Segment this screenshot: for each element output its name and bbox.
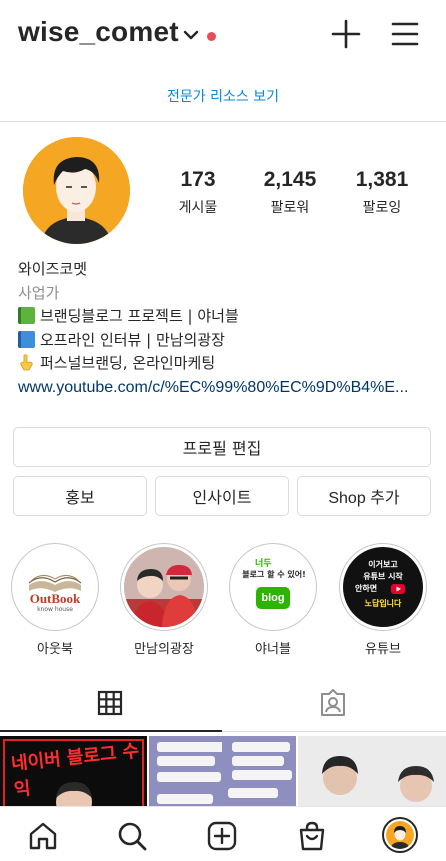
cover-text: 노답입니다	[364, 599, 402, 608]
search-icon[interactable]	[116, 820, 148, 852]
outbook-logo-text: OutBook	[29, 591, 81, 606]
profile-name: 와이즈코멧	[18, 260, 88, 278]
story-highlight[interactable]: OutBook know house 아웃북	[11, 543, 99, 657]
youtube-cover: 이거보고 유튜브 시작 안하면 노답입니다	[343, 547, 423, 627]
profile-page: wise_comet 전문가 리소스 보기 173 게시물 2,145 팔로워 …	[0, 0, 446, 861]
highlight-ring	[120, 543, 208, 631]
cover-text: 유튜브 시작	[363, 572, 403, 581]
top-bar: wise_comet	[0, 0, 446, 70]
active-tab-indicator	[0, 730, 222, 732]
outbook-logo-sub: know house	[37, 606, 73, 613]
new-post-icon[interactable]	[206, 820, 238, 852]
highlight-ring: OutBook know house	[11, 543, 99, 631]
notification-dot	[207, 32, 216, 41]
add-shop-button[interactable]: Shop 추가	[297, 476, 431, 516]
yaneobeul-cover: 너두 블로그 할 수 있어! blog	[233, 547, 313, 627]
story-highlight[interactable]: 이거보고 유튜브 시작 안하면 노답입니다 유튜브	[339, 543, 427, 657]
bio-line: 브랜딩블로그 프로젝트 | 야너블	[18, 305, 438, 329]
story-highlight[interactable]: 만남의광장	[120, 543, 208, 657]
highlight-label: 유튜브	[365, 642, 401, 657]
plus-icon[interactable]	[330, 18, 362, 50]
bio-line: 오프라인 인터뷰 | 만남의광장	[18, 329, 438, 353]
divider	[0, 121, 446, 122]
pro-resources-link[interactable]: 전문가 리소스 보기	[0, 86, 446, 106]
tagged-icon[interactable]	[319, 689, 347, 717]
edit-profile-button[interactable]: 프로필 편집	[13, 427, 431, 467]
posts-stat[interactable]: 173 게시물	[148, 168, 248, 217]
bio-website-link[interactable]: www.youtube.com/c/%EC%99%80%EC%9D%B4%E..…	[18, 376, 438, 400]
chevron-down-icon[interactable]	[182, 28, 200, 42]
followers-stat[interactable]: 2,145 팔로워	[240, 168, 340, 217]
bio-line: 퍼스널브랜딩, 온라인마케팅	[18, 352, 438, 376]
following-count: 1,381	[355, 168, 409, 191]
two-people-photo	[124, 547, 204, 627]
cover-text: 이거보고	[368, 560, 398, 569]
profile-avatar[interactable]	[23, 137, 130, 244]
pointing-down-hand-icon	[20, 354, 33, 371]
person-photo	[56, 782, 92, 806]
highlight-label: 아웃북	[37, 642, 73, 657]
posts-label: 게시물	[178, 200, 218, 216]
outbook-cover: OutBook know house	[15, 547, 95, 627]
post-thumbnail[interactable]	[222, 736, 296, 806]
highlight-ring: 이거보고 유튜브 시작 안하면 노답입니다	[339, 543, 427, 631]
blue-book-icon	[18, 330, 35, 348]
home-icon[interactable]	[27, 820, 59, 852]
highlight-label: 야너블	[255, 642, 291, 657]
green-book-icon	[18, 307, 35, 324]
cover-text: 안하면	[355, 584, 378, 593]
following-stat[interactable]: 1,381 팔로잉	[332, 168, 432, 217]
posts-count: 173	[180, 168, 216, 191]
promotions-button[interactable]: 홍보	[13, 476, 147, 516]
following-label: 팔로잉	[362, 200, 402, 216]
shop-icon[interactable]	[296, 820, 328, 852]
open-book-icon	[28, 575, 82, 592]
avatar-illustration	[386, 821, 414, 849]
meeting-square-cover	[124, 547, 204, 627]
avatar-illustration	[23, 137, 130, 244]
blog-badge: blog	[256, 587, 290, 609]
highlight-label: 만남의광장	[134, 642, 194, 657]
grid-icon[interactable]	[97, 690, 123, 716]
hamburger-menu-icon[interactable]	[390, 20, 420, 48]
bio-text: 오프라인 인터뷰 | 만남의광장	[40, 330, 225, 349]
youtube-play-icon	[391, 584, 405, 594]
post-thumbnail[interactable]: 네이버 블로그 수익	[0, 736, 147, 806]
username-switcher[interactable]: wise_comet	[18, 16, 179, 48]
highlight-ring: 너두 블로그 할 수 있어! blog	[229, 543, 317, 631]
followers-count: 2,145	[263, 168, 317, 191]
cover-text: 너두	[255, 559, 272, 569]
insights-button[interactable]: 인사이트	[155, 476, 289, 516]
bio-text: 브랜딩블로그 프로젝트 | 야너블	[40, 307, 239, 325]
profile-bio: 와이즈코멧 사업가 브랜딩블로그 프로젝트 | 야너블 오프라인 인터뷰 | 만…	[18, 258, 438, 399]
cover-text: 블로그 할 수 있어!	[242, 570, 306, 579]
story-highlight[interactable]: 너두 블로그 할 수 있어! blog 야너블	[229, 543, 317, 657]
bottom-navigation	[0, 806, 446, 861]
profile-avatar[interactable]	[382, 817, 418, 853]
post-thumbnail[interactable]	[298, 736, 446, 806]
bio-text: 퍼스널브랜딩, 온라인마케팅	[40, 354, 216, 372]
posts-grid: 네이버 블로그 수익	[0, 736, 446, 806]
profile-category: 사업가	[18, 283, 60, 302]
followers-label: 팔로워	[270, 200, 310, 216]
interview-photo	[298, 736, 446, 806]
profile-tabs	[0, 684, 446, 732]
